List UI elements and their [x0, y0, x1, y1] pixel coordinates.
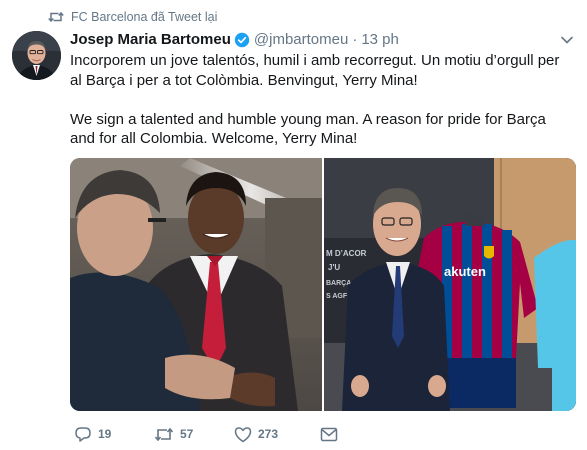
header-separator: ·	[352, 31, 358, 48]
retweet-icon	[48, 11, 64, 23]
verified-badge-icon	[234, 32, 250, 48]
backdrop-text-1: M D’ACOR	[326, 249, 367, 258]
retweet-button[interactable]: 57	[154, 427, 234, 442]
reply-count: 19	[98, 427, 112, 441]
like-count: 273	[258, 427, 279, 441]
tweet-text: Incorporem un jove talentós, humil i amb…	[70, 51, 575, 149]
author-handle[interactable]: @jmbartomeu	[254, 31, 348, 48]
backdrop-text-3: BARÇA	[326, 280, 351, 287]
envelope-icon	[320, 427, 338, 442]
jersey-sponsor-text: akuten	[444, 264, 486, 279]
avatar[interactable]	[12, 31, 61, 80]
retweet-count: 57	[180, 427, 194, 441]
reply-icon	[74, 425, 92, 443]
retweet-context[interactable]: FC Barcelona đã Tweet lại	[48, 8, 217, 26]
chevron-down-icon[interactable]	[560, 33, 574, 47]
media-photo-jersey[interactable]: M D’ACOR J'U BARÇA S AGF akuten	[324, 158, 576, 411]
tweet-text-english: We sign a talented and humble young man.…	[70, 110, 546, 148]
backdrop-text-2: J'U	[328, 263, 340, 272]
reply-button[interactable]: 19	[74, 425, 154, 443]
author-name[interactable]: Josep Maria Bartomeu	[70, 31, 231, 48]
heart-icon	[234, 426, 252, 443]
tweet-timestamp[interactable]: 13 ph	[361, 31, 399, 48]
like-button[interactable]: 273	[234, 426, 320, 443]
tweet-actions: 19 57 273	[74, 423, 338, 445]
tweet-header: Josep Maria Bartomeu @jmbartomeu · 13 ph	[70, 29, 399, 50]
backdrop-text-4: S AGF	[326, 293, 348, 300]
tweet-text-catalan: Incorporem un jove talentós, humil i amb…	[70, 52, 560, 89]
retweet-action-icon	[154, 427, 174, 442]
tweet-media: M D’ACOR J'U BARÇA S AGF akuten	[70, 158, 576, 411]
media-photo-handshake[interactable]	[70, 158, 322, 411]
retweet-label: FC Barcelona đã Tweet lại	[71, 10, 218, 24]
direct-message-button[interactable]	[320, 427, 338, 442]
